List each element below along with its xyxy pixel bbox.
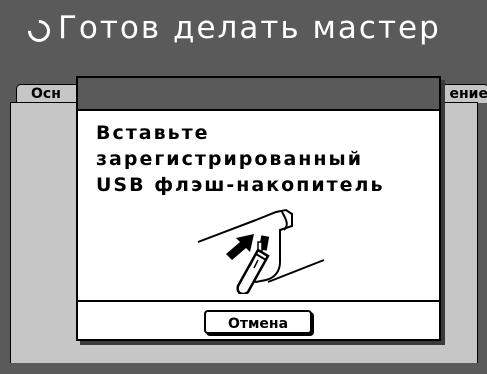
dialog-titlebar bbox=[78, 78, 439, 111]
dialog-divider bbox=[78, 300, 439, 302]
usb-dialog: Вставьте зарегистрированный USB флэш-нак… bbox=[76, 76, 441, 341]
circle-arc-icon bbox=[23, 15, 55, 47]
status-text: Готов делать мастер bbox=[58, 10, 441, 46]
status-header: Готов делать мастер bbox=[0, 0, 487, 88]
dialog-message: Вставьте зарегистрированный USB флэш-нак… bbox=[96, 122, 385, 196]
cancel-button[interactable]: Отмена bbox=[204, 310, 312, 334]
usb-insert-icon bbox=[197, 208, 325, 294]
